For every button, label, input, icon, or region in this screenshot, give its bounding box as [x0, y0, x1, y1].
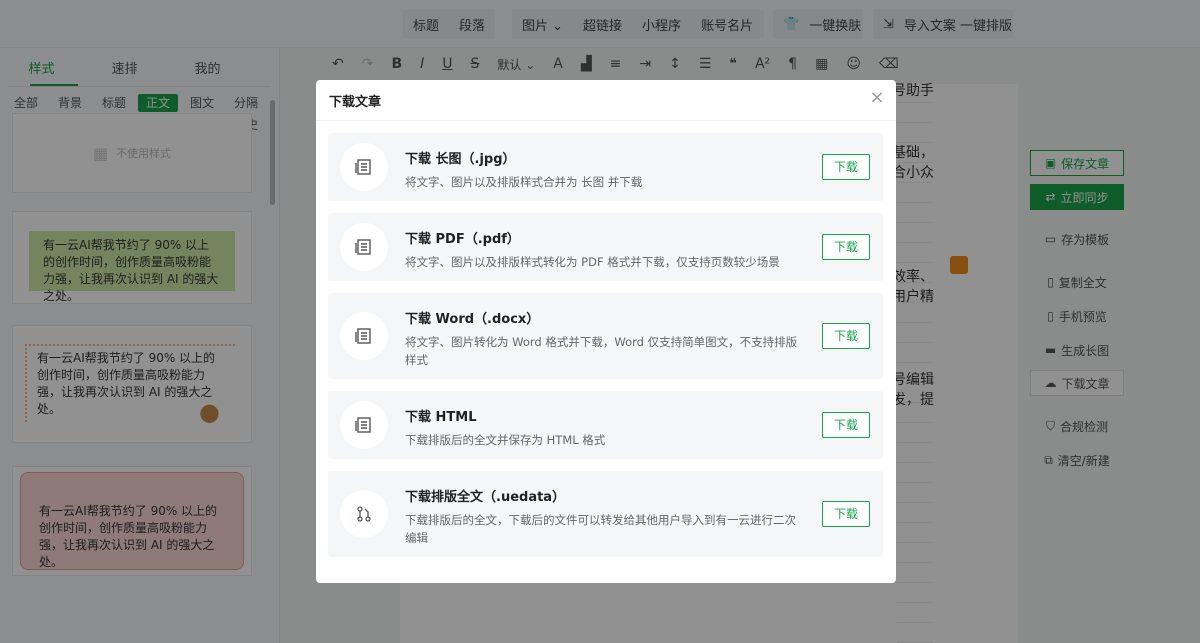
- download-option-pdf: 下载 PDF（.pdf） 将文字、图片以及排版样式转化为 PDF 格式并下载，仅…: [328, 213, 883, 281]
- download-button[interactable]: 下载: [822, 501, 870, 527]
- option-title: 下载排版全文（.uedata）: [405, 490, 566, 505]
- download-article-dialog: 下载文章 × 下载 长图（.jpg） 将文字、图片以及排版样式合并为 长图 并下…: [316, 80, 896, 583]
- download-button[interactable]: 下载: [822, 323, 870, 349]
- option-desc: 将文字、图片转化为 Word 格式并下载，Word 仅支持简单图文，不支持排版样…: [405, 335, 798, 367]
- dialog-title: 下载文章: [329, 95, 382, 110]
- dialog-divider: [316, 120, 896, 121]
- option-desc: 下载排版后的全文，下载后的文件可以转发给其他用户导入到有一云进行二次编辑: [405, 513, 796, 545]
- document-icon: [340, 312, 388, 360]
- option-desc: 将文字、图片以及排版样式合并为 长图 并下载: [405, 175, 643, 189]
- document-icon: [340, 401, 388, 449]
- option-title: 下载 长图（.jpg）: [405, 152, 516, 167]
- option-title: 下载 Word（.docx）: [405, 312, 540, 327]
- option-title: 下载 PDF（.pdf）: [405, 232, 520, 247]
- download-button[interactable]: 下载: [822, 234, 870, 260]
- option-desc: 将文字、图片以及排版样式转化为 PDF 格式并下载，仅支持页数较少场景: [405, 255, 780, 269]
- document-icon: [340, 143, 388, 191]
- download-option-html: 下载 HTML 下载排版后的全文并保存为 HTML 格式 下载: [328, 391, 883, 459]
- download-option-jpg: 下载 长图（.jpg） 将文字、图片以及排版样式合并为 长图 并下载 下载: [328, 133, 883, 201]
- download-button[interactable]: 下载: [822, 412, 870, 438]
- download-option-uedata: 下载排版全文（.uedata） 下载排版后的全文，下载后的文件可以转发给其他用户…: [328, 471, 883, 557]
- document-icon: [340, 223, 388, 271]
- option-desc: 下载排版后的全文并保存为 HTML 格式: [405, 433, 606, 447]
- option-title: 下载 HTML: [405, 410, 477, 425]
- close-icon[interactable]: ×: [869, 89, 885, 107]
- download-option-docx: 下载 Word（.docx） 将文字、图片转化为 Word 格式并下载，Word…: [328, 293, 883, 379]
- git-branch-icon: [340, 490, 388, 538]
- download-button[interactable]: 下载: [822, 154, 870, 180]
